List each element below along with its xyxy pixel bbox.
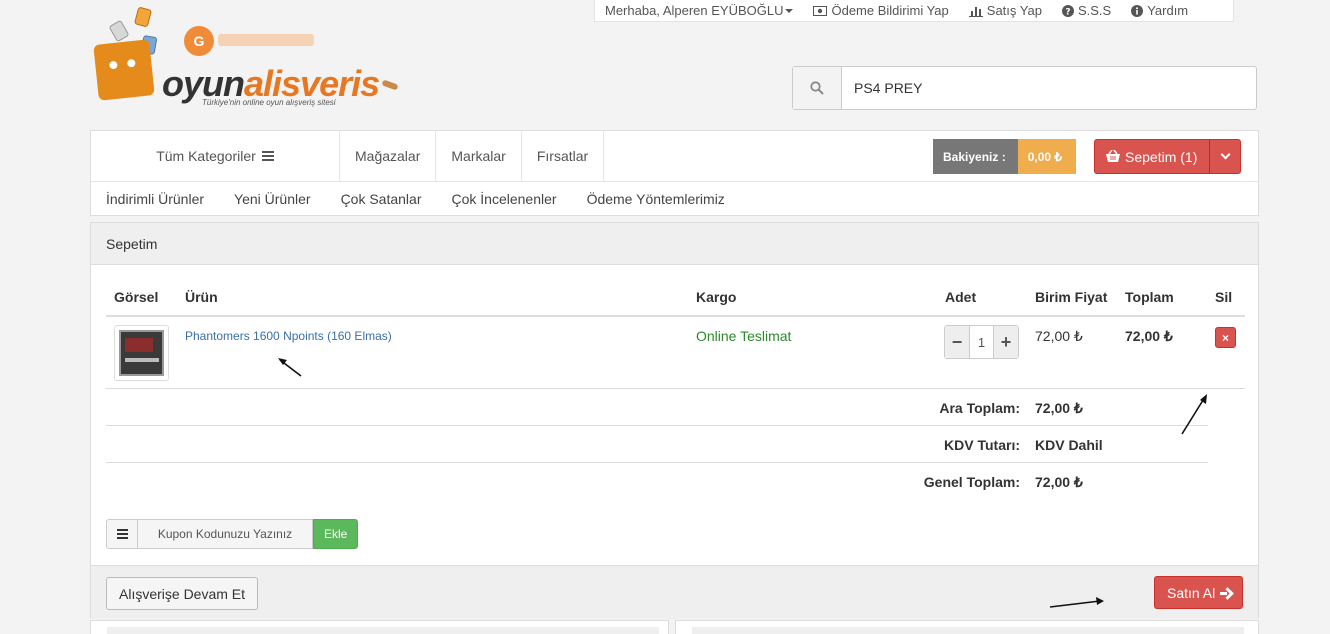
- nav-sub-link-most-viewed[interactable]: Çok İncelenenler: [452, 191, 557, 207]
- quantity-plus-button[interactable]: +: [994, 326, 1018, 358]
- subtotal-value: 72,00 ₺: [1035, 400, 1083, 416]
- buy-button[interactable]: Satın Al: [1154, 576, 1244, 609]
- all-categories-button[interactable]: Tüm Kategoriler: [91, 131, 340, 181]
- nav-link-stores[interactable]: Mağazalar: [340, 131, 437, 181]
- product-total: 72,00 ₺: [1125, 328, 1173, 344]
- cart-panel-title: Sepetim: [91, 223, 1258, 265]
- nav-sub-link-new[interactable]: Yeni Ürünler: [234, 191, 311, 207]
- coupon-form: Ekle: [106, 519, 359, 549]
- site-logo[interactable]: G oyunalisveris Türkiye'nin online oyun …: [90, 6, 410, 118]
- bars-icon: [116, 529, 128, 539]
- logo-controller-icon: [108, 19, 130, 43]
- header-total: Toplam: [1125, 289, 1174, 305]
- continue-shopping-button[interactable]: Alışverişe Devam Et: [106, 577, 259, 610]
- logo-gameboy-icon: [133, 6, 153, 28]
- tax-label: KDV Tutarı:: [944, 437, 1020, 453]
- balance-widget[interactable]: Bakiyeniz : 0,00 ₺: [933, 139, 1077, 174]
- payment-notice-link[interactable]: Ödeme Bildirimi Yap: [813, 3, 949, 18]
- grand-total-label: Genel Toplam:: [923, 474, 1020, 490]
- product-unit-price: 72,00 ₺: [1035, 328, 1083, 344]
- user-greeting[interactable]: Merhaba, Alperen EYÜBOĞLU: [605, 3, 783, 18]
- cart-main-button[interactable]: Sepetim (1): [1095, 140, 1211, 173]
- grand-total-row: Genel Toplam: 72,00 ₺: [106, 463, 1245, 500]
- nav-sub-link-discounted[interactable]: İndirimli Ürünler: [106, 191, 204, 207]
- header-image: Görsel: [114, 289, 159, 305]
- product-shipping: Online Teslimat: [696, 328, 792, 344]
- tax-value: KDV Dahil: [1035, 437, 1103, 453]
- bar-chart-icon: [968, 6, 983, 17]
- nav-link-deals[interactable]: Fırsatlar: [522, 131, 605, 181]
- question-circle-icon: ?: [1061, 4, 1074, 17]
- search-input[interactable]: [842, 67, 1256, 109]
- svg-text:?: ?: [1065, 7, 1070, 17]
- grand-total-value: 72,00 ₺: [1035, 474, 1083, 490]
- quantity-minus-button[interactable]: −: [945, 326, 969, 358]
- quantity-stepper: − 1 +: [944, 325, 1019, 359]
- buy-button-label: Satın Al: [1167, 584, 1216, 601]
- quantity-value[interactable]: 1: [969, 326, 994, 358]
- nav-sub-link-payment-methods[interactable]: Ödeme Yöntemlerimiz: [587, 191, 725, 207]
- delete-item-button[interactable]: ×: [1215, 327, 1236, 348]
- nav-link-brands[interactable]: Markalar: [436, 131, 522, 181]
- top-user-bar: Merhaba, Alperen EYÜBOĞLU Ödeme Bildirim…: [594, 0, 1234, 22]
- chevron-down-icon: [1220, 149, 1231, 160]
- cart-panel: Sepetim Görsel Ürün Kargo Adet Birim Fiy…: [90, 222, 1259, 619]
- subtotal-row: Ara Toplam: 72,00 ₺: [106, 389, 1208, 426]
- product-link[interactable]: Phantomers 1600 Npoints (160 Elmas): [185, 329, 392, 343]
- header-shipping: Kargo: [696, 289, 737, 305]
- arrow-right-icon: [1220, 588, 1230, 598]
- tax-row: KDV Tutarı: KDV Dahil: [106, 426, 1208, 463]
- coupon-add-button[interactable]: Ekle: [313, 519, 359, 549]
- search-bar: [792, 66, 1257, 110]
- help-label: Yardım: [1147, 3, 1189, 18]
- cart-dropdown-button[interactable]: [1210, 140, 1240, 173]
- sell-link[interactable]: Satış Yap: [968, 3, 1042, 18]
- main-nav: Tüm Kategoriler Mağazalar Markalar Fırsa…: [90, 130, 1259, 216]
- header-unit-price: Birim Fiyat: [1035, 289, 1108, 305]
- header-product: Ürün: [185, 289, 218, 305]
- nav-primary-row: Tüm Kategoriler Mağazalar Markalar Fırsa…: [91, 131, 1258, 182]
- product-image: [119, 330, 164, 376]
- sell-label: Satış Yap: [986, 3, 1042, 18]
- cart-panel-footer: Alışverişe Devam Et Satın Al: [91, 565, 1258, 619]
- caret-down-icon: [785, 8, 794, 13]
- logo-tagline: Türkiye'nin online oyun alışveriş sitesi: [202, 98, 336, 107]
- cart-item-row: Phantomers 1600 Npoints (160 Elmas) Onli…: [106, 317, 1245, 389]
- cart-button[interactable]: Sepetim (1): [1094, 139, 1242, 174]
- bottom-left-panel: [90, 620, 669, 634]
- logo-seal-text: [218, 34, 314, 46]
- all-categories-label: Tüm Kategoriler: [156, 148, 256, 164]
- help-link[interactable]: Yardım: [1131, 3, 1188, 18]
- header-delete: Sil: [1215, 289, 1233, 305]
- cart-button-label: Sepetim (1): [1125, 148, 1198, 165]
- balance-label: Bakiyeniz :: [933, 139, 1018, 174]
- nav-secondary-row: İndirimli Ürünler Yeni Ürünler Çok Satan…: [91, 182, 1258, 216]
- search-button[interactable]: [793, 67, 842, 109]
- nav-sub-link-bestsellers[interactable]: Çok Satanlar: [341, 191, 422, 207]
- basket-icon: [1106, 150, 1120, 162]
- money-icon: [813, 5, 828, 16]
- header-qty: Adet: [945, 289, 977, 305]
- bottom-right-panel: [675, 620, 1259, 634]
- product-thumbnail[interactable]: [114, 325, 169, 381]
- faq-link[interactable]: ? S.S.S: [1061, 3, 1112, 18]
- logo-seal-icon: G: [184, 26, 214, 56]
- coupon-input[interactable]: [138, 519, 313, 549]
- logo-box-mascot-icon: [93, 39, 155, 101]
- payment-notice-label: Ödeme Bildirimi Yap: [831, 3, 949, 18]
- bars-icon: [261, 151, 274, 161]
- info-circle-icon: [1131, 4, 1144, 17]
- faq-label: S.S.S: [1077, 3, 1112, 18]
- close-icon: ×: [1221, 330, 1229, 345]
- user-menu[interactable]: Merhaba, Alperen EYÜBOĞLU: [605, 3, 794, 18]
- search-icon: [810, 81, 824, 95]
- cart-table-header: Görsel Ürün Kargo Adet Birim Fiyat Topla…: [106, 277, 1245, 317]
- balance-value: 0,00 ₺: [1017, 139, 1077, 174]
- subtotal-label: Ara Toplam:: [939, 400, 1020, 416]
- logo-tail-icon: [381, 79, 399, 91]
- coupon-menu-button[interactable]: [106, 519, 138, 549]
